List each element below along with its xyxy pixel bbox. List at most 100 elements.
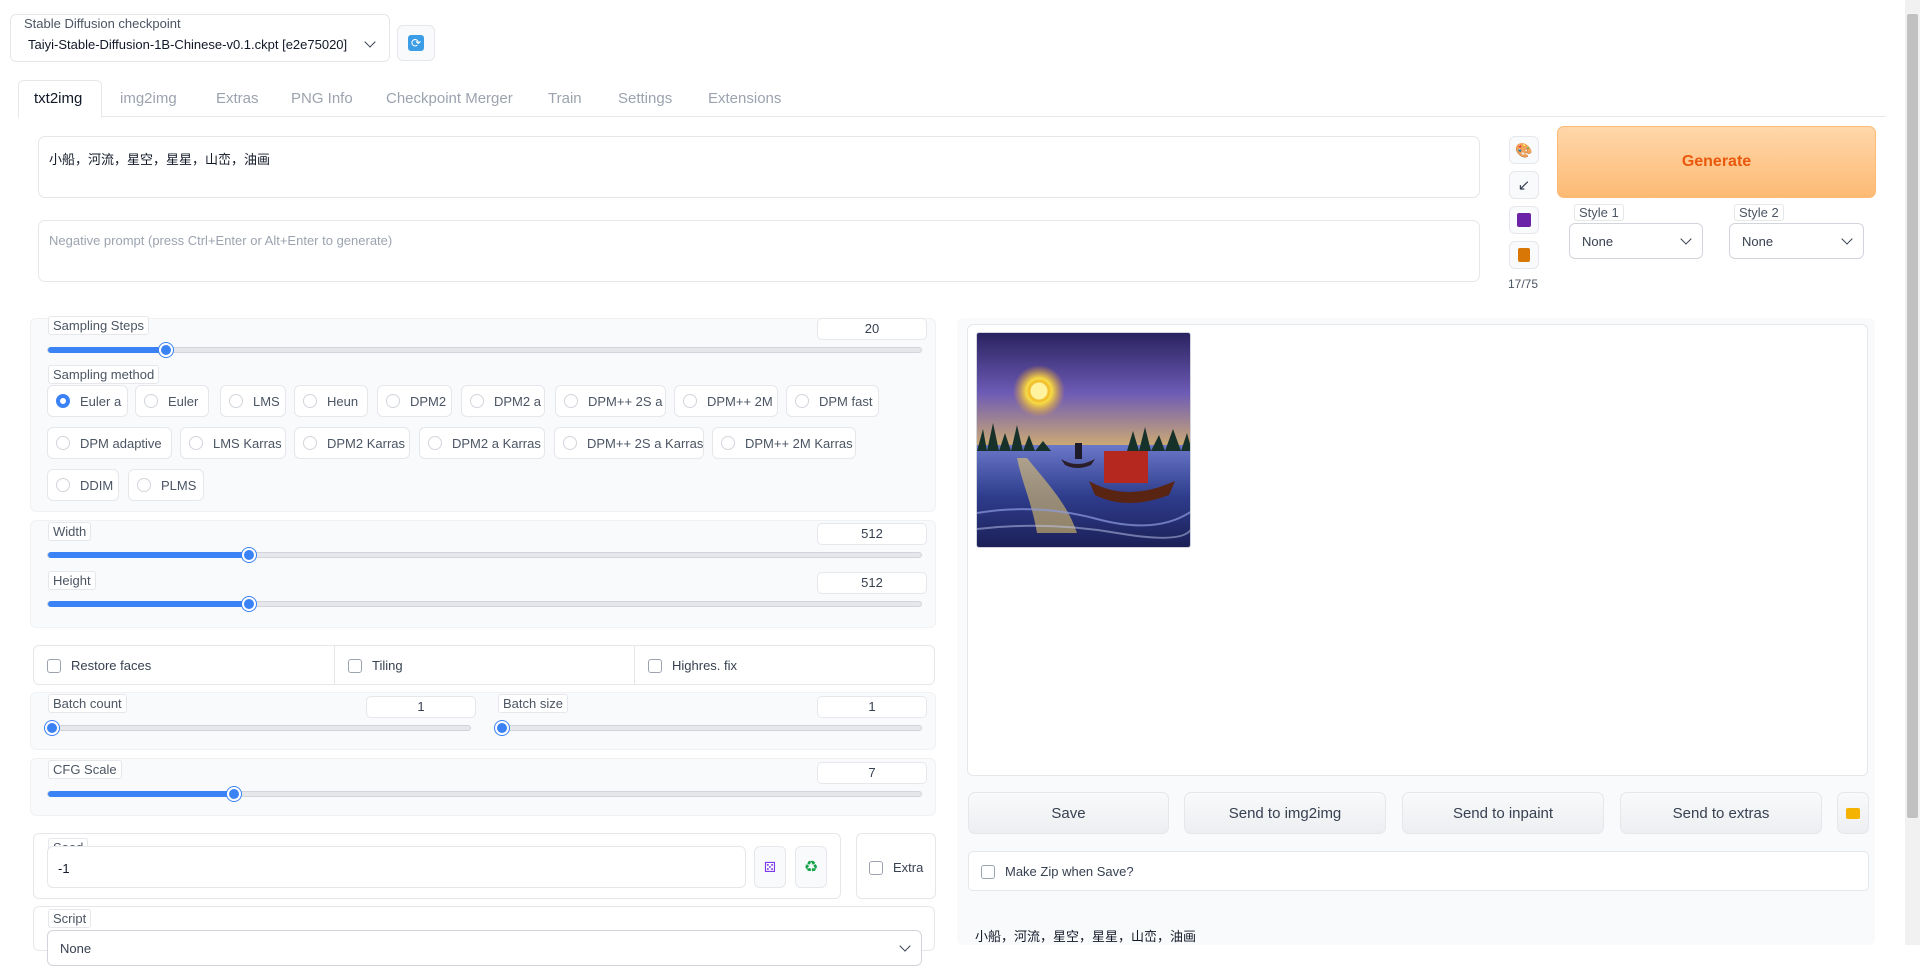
random-seed-button[interactable]: ⚄ [754, 846, 786, 888]
sampler-label: Euler [168, 393, 199, 409]
sampler-dpm2-a-karras[interactable]: DPM2 a Karras [419, 427, 545, 459]
width-fill [48, 552, 249, 558]
seed-input[interactable]: -1 [47, 846, 746, 888]
tiling-checkbox[interactable]: Tiling [348, 658, 403, 673]
send-to-inpaint-button[interactable]: Send to inpaint [1402, 792, 1604, 834]
reuse-seed-button[interactable]: ♻ [795, 846, 827, 888]
batch-count-slider[interactable] [45, 721, 471, 735]
negative-prompt-input[interactable]: Negative prompt (press Ctrl+Enter or Alt… [38, 220, 1480, 282]
style2-label: Style 2 [1734, 204, 1784, 221]
read-params-button[interactable]: ↙ [1509, 171, 1539, 199]
style1-label: Style 1 [1574, 204, 1624, 221]
sampler-dpm2[interactable]: DPM2 [377, 385, 452, 417]
cfg-scale-fill [48, 791, 234, 797]
radio-selected-icon [56, 394, 70, 408]
send-to-img2img-button[interactable]: Send to img2img [1184, 792, 1386, 834]
sampler-dpm-2s-a[interactable]: DPM++ 2S a [555, 385, 666, 417]
open-folder-button[interactable] [1837, 792, 1869, 834]
batch-panel [30, 692, 936, 750]
sampler-label: DPM fast [819, 393, 873, 409]
radio-icon [144, 394, 158, 408]
prompt-input[interactable]: 小船，河流，星空，星星，山峦，油画 [38, 136, 1480, 198]
cfg-scale-input[interactable]: 7 [817, 762, 927, 784]
chevron-down-icon [899, 940, 911, 952]
radio-icon [428, 436, 442, 450]
sampler-plms[interactable]: PLMS [128, 469, 204, 501]
height-thumb[interactable] [241, 597, 256, 611]
sampler-lms[interactable]: LMS [220, 385, 286, 417]
batch-size-slider[interactable] [495, 721, 922, 735]
style1-value: None [1582, 233, 1614, 249]
sampler-dpm-2s-a-karras[interactable]: DPM++ 2S a Karras [554, 427, 704, 459]
sampling-steps-thumb[interactable] [158, 343, 173, 357]
style2-select[interactable]: None [1729, 223, 1864, 259]
sampler-dpm-fast[interactable]: DPM fast [786, 385, 879, 417]
radio-icon [303, 436, 317, 450]
sampler-dpm2-a[interactable]: DPM2 a [461, 385, 545, 417]
radio-icon [137, 478, 151, 492]
negative-prompt-placeholder: Negative prompt (press Ctrl+Enter or Alt… [49, 233, 393, 248]
sampler-dpm2-karras[interactable]: DPM2 Karras [294, 427, 410, 459]
make-zip-checkbox[interactable]: Make Zip when Save? [981, 864, 1134, 879]
sampler-label: PLMS [161, 477, 197, 493]
sampler-label: Heun [327, 393, 359, 409]
tab-img2img[interactable]: img2img [120, 82, 177, 116]
send-to-extras-button[interactable]: Send to extras [1620, 792, 1822, 834]
cfg-scale-thumb[interactable] [226, 787, 241, 801]
interrogate-button[interactable]: 🎨 [1509, 136, 1539, 164]
generate-button[interactable]: Generate [1557, 126, 1876, 198]
sampler-dpm-adaptive[interactable]: DPM adaptive [47, 427, 172, 459]
sampler-label: DPM++ 2M [707, 393, 773, 409]
width-input[interactable]: 512 [817, 523, 927, 545]
width-slider[interactable] [47, 548, 922, 562]
sampler-heun[interactable]: Heun [294, 385, 368, 417]
sampler-euler-a[interactable]: Euler a [47, 385, 128, 417]
tab-train[interactable]: Train [548, 82, 582, 116]
height-label: Height [48, 571, 96, 590]
sampler-label: LMS Karras [213, 435, 282, 451]
radio-icon [683, 394, 697, 408]
radio-icon [386, 394, 400, 408]
script-label: Script [48, 909, 92, 928]
sampler-dpm-2m[interactable]: DPM++ 2M [674, 385, 778, 417]
extra-label: Extra [893, 860, 924, 875]
restore-faces-checkbox[interactable]: Restore faces [47, 658, 151, 673]
refresh-checkpoint-button[interactable]: ⟳ [397, 25, 435, 61]
highres-fix-label: Highres. fix [672, 658, 738, 673]
scrollbar-thumb[interactable] [1907, 14, 1918, 818]
script-select[interactable]: None [47, 930, 922, 966]
batch-count-label: Batch count [48, 694, 127, 713]
apply-style-button[interactable] [1509, 241, 1539, 269]
divider [334, 646, 335, 684]
sampling-steps-slider[interactable] [47, 343, 922, 357]
tab-settings[interactable]: Settings [618, 82, 672, 116]
height-slider[interactable] [47, 597, 922, 611]
sampler-ddim[interactable]: DDIM [47, 469, 119, 501]
sampling-steps-input[interactable]: 20 [817, 318, 927, 340]
cfg-scale-slider[interactable] [47, 787, 922, 801]
width-thumb[interactable] [241, 548, 256, 562]
tab-png-info[interactable]: PNG Info [291, 82, 353, 116]
batch-count-input[interactable]: 1 [366, 696, 476, 718]
sampler-lms-karras[interactable]: LMS Karras [180, 427, 286, 459]
generate-label: Generate [1681, 153, 1752, 170]
checkpoint-select[interactable]: Taiyi-Stable-Diffusion-1B-Chinese-v0.1.c… [18, 33, 384, 55]
tab-txt2img-label: txt2img [34, 90, 83, 107]
tab-extras[interactable]: Extras [216, 82, 259, 116]
checkbox-icon [348, 658, 362, 673]
sampler-label: DPM++ 2M Karras [745, 435, 853, 451]
extra-checkbox[interactable]: Extra [869, 860, 923, 875]
save-button[interactable]: Save [968, 792, 1169, 834]
sampling-method-label: Sampling method [48, 365, 160, 384]
height-input[interactable]: 512 [817, 572, 927, 594]
sampler-euler[interactable]: Euler [135, 385, 209, 417]
batch-size-input[interactable]: 1 [817, 696, 927, 718]
generated-image[interactable] [976, 332, 1191, 548]
tab-checkpoint-merger[interactable]: Checkpoint Merger [386, 82, 513, 116]
sampler-dpm-2m-karras[interactable]: DPM++ 2M Karras [712, 427, 856, 459]
highres-fix-checkbox[interactable]: Highres. fix [648, 658, 737, 673]
save-style-button[interactable] [1509, 206, 1539, 234]
style1-select[interactable]: None [1569, 223, 1703, 259]
dice-icon: ⚄ [763, 858, 777, 875]
tab-extensions[interactable]: Extensions [708, 82, 781, 116]
